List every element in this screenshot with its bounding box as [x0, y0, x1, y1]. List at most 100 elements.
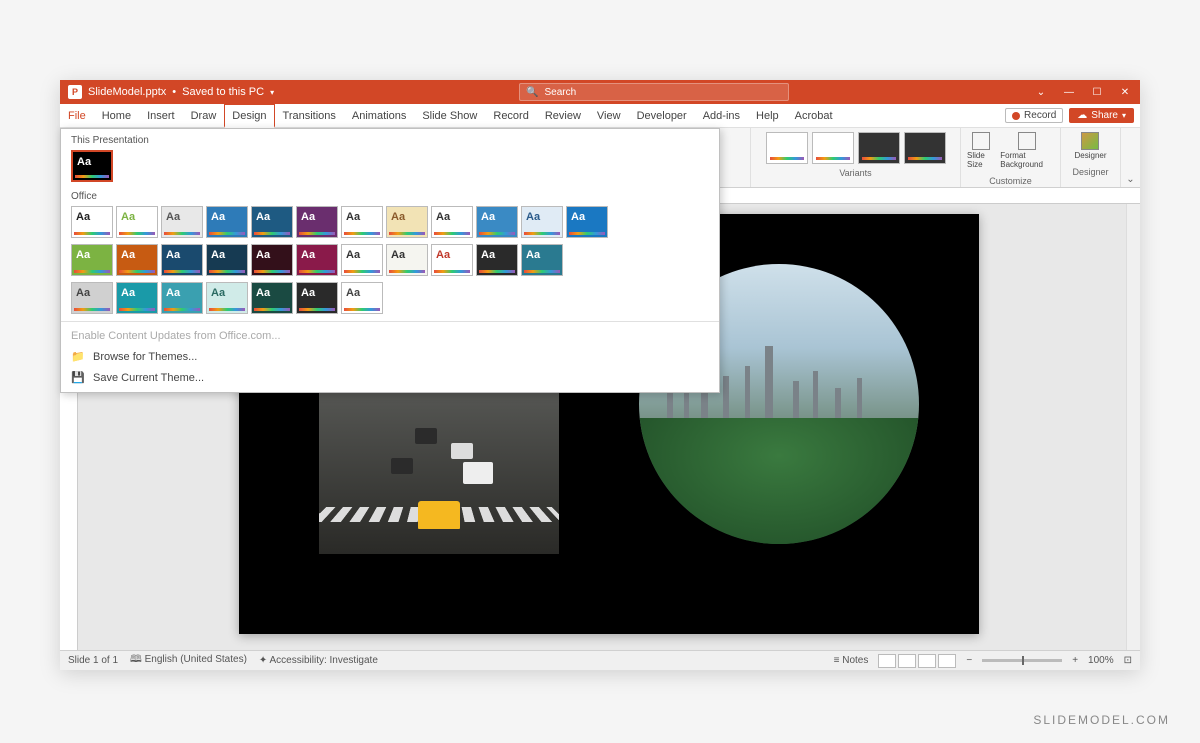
folder-icon: 📁 [71, 350, 85, 363]
zoom-level[interactable]: 100% [1088, 655, 1114, 666]
title-separator: • [172, 86, 176, 98]
designer-button[interactable]: Designer [1072, 130, 1108, 163]
title-bar: P SlideModel.pptx • Saved to this PC ▾ 🔍… [60, 80, 1140, 104]
designer-group: Designer Designer [1060, 128, 1120, 187]
slideshow-view-button[interactable] [938, 654, 956, 668]
fit-to-window-button[interactable]: ⊡ [1124, 655, 1132, 666]
tab-home[interactable]: Home [94, 104, 139, 127]
tab-review[interactable]: Review [537, 104, 589, 127]
search-icon: 🔍 [526, 87, 538, 98]
browse-for-themes[interactable]: 📁 Browse for Themes... [61, 346, 719, 367]
variants-label: Variants [839, 168, 871, 178]
theme-color-swatch [75, 175, 109, 178]
variant-1[interactable] [766, 132, 808, 164]
powerpoint-window: P SlideModel.pptx • Saved to this PC ▾ 🔍… [60, 80, 1140, 670]
theme-office-24[interactable]: Aa [116, 282, 158, 314]
theme-office-26[interactable]: Aa [206, 282, 248, 314]
powerpoint-logo-icon: P [68, 85, 82, 99]
theme-office-27[interactable]: Aa [251, 282, 293, 314]
chevron-down-icon: ▾ [1122, 111, 1126, 120]
tab-slideshow[interactable]: Slide Show [414, 104, 485, 127]
themes-dropdown-panel: This Presentation Aa Office AaAaAaAaAaAa… [60, 128, 720, 393]
tab-design[interactable]: Design [224, 104, 274, 128]
theme-office-11[interactable]: Aa [566, 206, 608, 238]
designer-icon [1081, 132, 1099, 150]
theme-office-5[interactable]: Aa [296, 206, 338, 238]
theme-office-7[interactable]: Aa [386, 206, 428, 238]
share-button[interactable]: ☁ Share ▾ [1069, 108, 1134, 123]
theme-office-0[interactable]: Aa [71, 206, 113, 238]
theme-office-13[interactable]: Aa [116, 244, 158, 276]
theme-office-23[interactable]: Aa [71, 282, 113, 314]
designer-group-label: Designer [1072, 167, 1108, 177]
variant-3[interactable] [858, 132, 900, 164]
zoom-in-button[interactable]: + [1072, 655, 1078, 666]
tab-help[interactable]: Help [748, 104, 787, 127]
divider [61, 321, 719, 322]
theme-office-18[interactable]: Aa [341, 244, 383, 276]
sorter-view-button[interactable] [898, 654, 916, 668]
theme-office-4[interactable]: Aa [251, 206, 293, 238]
theme-office-12[interactable]: Aa [71, 244, 113, 276]
minimize-button[interactable]: — [1062, 87, 1076, 98]
theme-office-28[interactable]: Aa [296, 282, 338, 314]
record-dot-icon [1012, 112, 1020, 120]
tab-acrobat[interactable]: Acrobat [787, 104, 841, 127]
theme-current[interactable]: Aa [71, 150, 113, 182]
ribbon-display-icon[interactable]: ⌄ [1034, 87, 1048, 98]
language-indicator[interactable]: 🕮 English (United States) [130, 652, 247, 669]
theme-office-3[interactable]: Aa [206, 206, 248, 238]
variants-group: Variants [750, 128, 960, 187]
normal-view-button[interactable] [878, 654, 896, 668]
variant-2[interactable] [812, 132, 854, 164]
theme-office-16[interactable]: Aa [251, 244, 293, 276]
tab-view[interactable]: View [589, 104, 629, 127]
theme-office-2[interactable]: Aa [161, 206, 203, 238]
tab-insert[interactable]: Insert [139, 104, 183, 127]
theme-office-8[interactable]: Aa [431, 206, 473, 238]
format-background-button[interactable]: Format Background [998, 130, 1056, 172]
slide-counter[interactable]: Slide 1 of 1 [68, 655, 118, 666]
office-themes-grid: AaAaAaAaAaAaAaAaAaAaAaAaAaAaAaAaAaAaAaAa… [61, 206, 719, 317]
variant-4[interactable] [904, 132, 946, 164]
save-current-theme[interactable]: 💾 Save Current Theme... [61, 367, 719, 388]
theme-office-9[interactable]: Aa [476, 206, 518, 238]
theme-office-21[interactable]: Aa [476, 244, 518, 276]
zoom-slider[interactable] [982, 659, 1062, 662]
theme-office-10[interactable]: Aa [521, 206, 563, 238]
tab-animations[interactable]: Animations [344, 104, 414, 127]
vertical-scrollbar[interactable] [1126, 204, 1140, 650]
tab-addins[interactable]: Add-ins [695, 104, 748, 127]
theme-office-22[interactable]: Aa [521, 244, 563, 276]
record-button[interactable]: Record [1005, 108, 1063, 123]
slide-size-icon [972, 132, 990, 150]
collapse-ribbon-button[interactable]: ⌄ [1120, 128, 1140, 187]
theme-office-1[interactable]: Aa [116, 206, 158, 238]
theme-office-25[interactable]: Aa [161, 282, 203, 314]
tab-transitions[interactable]: Transitions [275, 104, 344, 127]
theme-office-20[interactable]: Aa [431, 244, 473, 276]
theme-office-19[interactable]: Aa [386, 244, 428, 276]
format-background-icon [1018, 132, 1036, 150]
save-icon: 💾 [71, 371, 85, 384]
search-input[interactable]: 🔍 Search [519, 83, 789, 101]
theme-office-17[interactable]: Aa [296, 244, 338, 276]
theme-office-6[interactable]: Aa [341, 206, 383, 238]
theme-office-14[interactable]: Aa [161, 244, 203, 276]
tab-record[interactable]: Record [485, 104, 536, 127]
theme-office-15[interactable]: Aa [206, 244, 248, 276]
maximize-button[interactable]: ☐ [1090, 87, 1104, 98]
slide-size-button[interactable]: Slide Size [965, 130, 996, 172]
save-state[interactable]: Saved to this PC [182, 86, 264, 98]
notes-button[interactable]: ≡ Notes [834, 655, 869, 666]
tab-draw[interactable]: Draw [183, 104, 225, 127]
reading-view-button[interactable] [918, 654, 936, 668]
themes-section-office: Office [61, 185, 719, 206]
accessibility-indicator[interactable]: ✦ Accessibility: Investigate [259, 655, 378, 666]
tab-developer[interactable]: Developer [629, 104, 695, 127]
zoom-out-button[interactable]: − [966, 655, 972, 666]
theme-office-29[interactable]: Aa [341, 282, 383, 314]
search-placeholder: Search [545, 87, 577, 98]
close-button[interactable]: ✕ [1118, 87, 1132, 98]
tab-file[interactable]: File [60, 104, 94, 127]
